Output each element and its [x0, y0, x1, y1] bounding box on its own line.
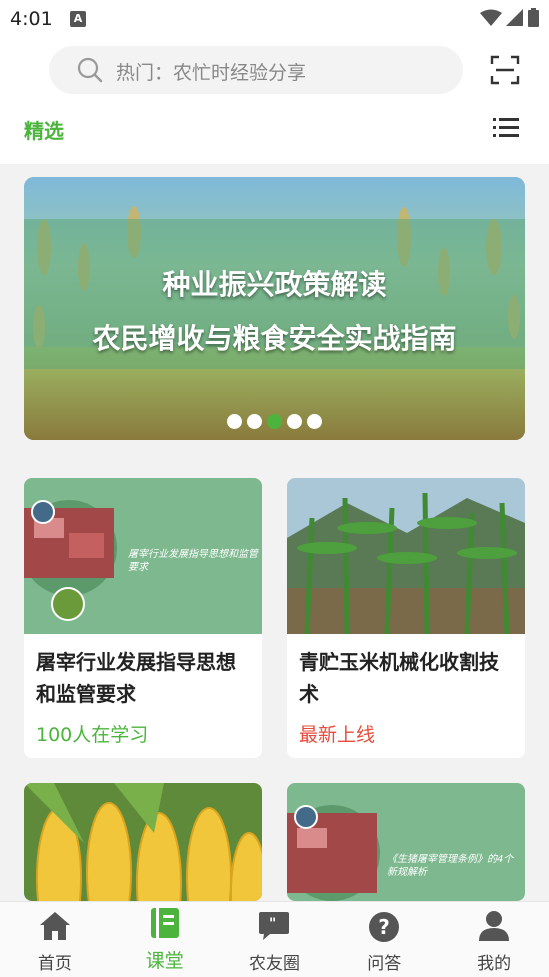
course-card[interactable]: 青贮玉米机械化收割技术 最新上线	[287, 478, 525, 758]
tab-featured[interactable]: 精选	[24, 115, 64, 144]
nav-me[interactable]: 我的	[439, 902, 549, 977]
course-title: 青贮玉米机械化收割技术	[299, 650, 499, 706]
nav-label: 课堂	[145, 950, 184, 972]
list-icon[interactable]	[493, 117, 519, 139]
thumbnail-caption: 《生猪屠宰管理条例》的4个新规解析	[387, 854, 514, 878]
carousel-indicator	[0, 414, 549, 429]
search-placeholder: 热门：农忙时经验分享	[116, 62, 307, 84]
banner-title: 种业振兴政策解读	[162, 268, 387, 301]
banner-carousel[interactable]: 种业振兴政策解读 农民增收与粮食安全实战指南	[24, 177, 525, 440]
status-icons	[480, 8, 539, 27]
chat-icon: "	[259, 912, 290, 940]
course-card[interactable]: 《生猪屠宰管理条例》的4个新规解析	[287, 783, 525, 901]
home-icon	[39, 912, 70, 940]
nav-label: 我的	[477, 954, 512, 974]
course-card[interactable]	[24, 783, 262, 901]
book-icon	[150, 908, 179, 938]
notification-icon: A	[70, 11, 86, 27]
signal-icon	[506, 8, 523, 26]
search-bar[interactable]: 热门：农忙时经验分享	[49, 46, 463, 94]
scan-icon[interactable]	[490, 55, 520, 85]
nav-classroom[interactable]: 课堂	[110, 902, 220, 977]
course-thumbnail	[24, 783, 262, 901]
carousel-dot[interactable]	[307, 414, 322, 429]
carousel-dot-active[interactable]	[267, 414, 282, 429]
nav-label: 首页	[37, 954, 72, 974]
course-thumbnail	[287, 478, 525, 634]
nav-label: 问答	[367, 954, 402, 974]
course-learners: 100人在学习	[36, 724, 149, 746]
carousel-dot[interactable]	[287, 414, 302, 429]
course-title: 屠宰行业发展指导思想和监管要求	[36, 650, 236, 706]
status-time: 4:01	[10, 8, 53, 30]
nav-label: 农友圈	[248, 954, 300, 974]
wifi-icon	[480, 9, 502, 26]
course-badge-new: 最新上线	[299, 724, 376, 746]
nav-community[interactable]: " 农友圈	[220, 902, 330, 977]
svg-text:": "	[269, 916, 276, 932]
bottom-nav: 首页 课堂 " 农友圈 ? 问答 我的	[0, 901, 549, 977]
question-icon: ?	[369, 912, 400, 942]
thumbnail-caption: 屠宰行业发展指导思想和监管要求	[128, 549, 258, 573]
status-bar: 4:01 A	[0, 0, 549, 38]
nav-home[interactable]: 首页	[0, 902, 110, 977]
search-icon	[77, 57, 103, 83]
banner-image	[24, 177, 525, 440]
nav-qa[interactable]: ? 问答	[329, 902, 439, 977]
header: 4:01 A 热门：农忙时经验分享 精选	[0, 0, 549, 164]
carousel-dot[interactable]	[227, 414, 242, 429]
battery-icon	[528, 8, 539, 27]
course-thumbnail: 屠宰行业发展指导思想和监管要求	[24, 478, 262, 634]
course-card[interactable]: 屠宰行业发展指导思想和监管要求 屠宰行业发展指导思想和监管要求 100人在学习	[24, 478, 262, 758]
carousel-dot[interactable]	[247, 414, 262, 429]
banner-subtitle: 农民增收与粮食安全实战指南	[92, 322, 457, 355]
course-thumbnail: 《生猪屠宰管理条例》的4个新规解析	[287, 783, 525, 901]
user-icon	[479, 911, 510, 941]
svg-text:?: ?	[378, 915, 390, 939]
